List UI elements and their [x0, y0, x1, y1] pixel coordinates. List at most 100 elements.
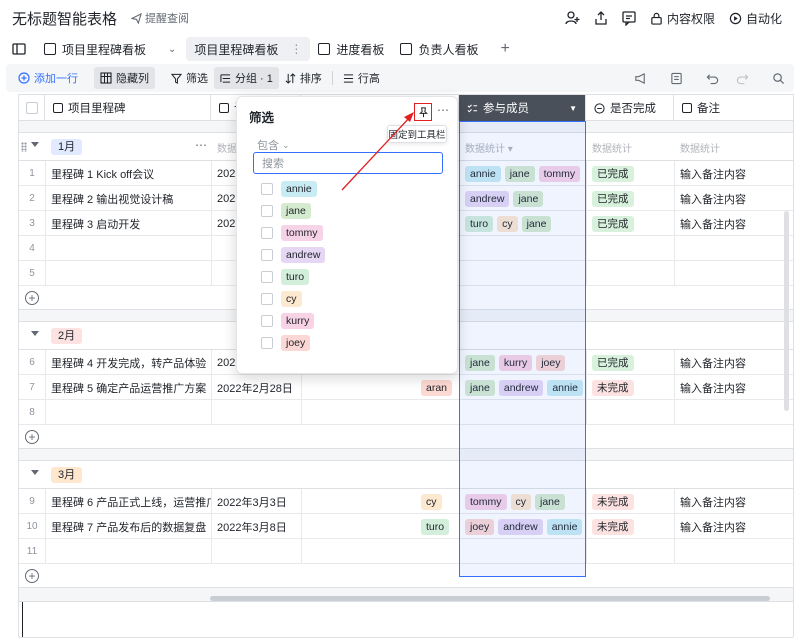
- milestone-cell[interactable]: 里程碑 4 开发完成，转产品体验: [45, 350, 211, 375]
- filter-option[interactable]: joey: [261, 334, 311, 352]
- add-row-button[interactable]: 添加一行: [12, 67, 84, 89]
- automation-button[interactable]: 自动化: [725, 10, 786, 27]
- comment-icon[interactable]: [618, 8, 640, 28]
- column-header-note[interactable]: 备注: [674, 95, 793, 121]
- add-circle-icon[interactable]: +: [25, 430, 39, 444]
- members-cell[interactable]: tommy cy jane: [459, 489, 586, 514]
- redo-icon[interactable]: [732, 68, 752, 88]
- add-circle-icon[interactable]: +: [25, 291, 39, 305]
- column-menu-icon[interactable]: ▼: [569, 104, 577, 113]
- done-cell[interactable]: [586, 236, 674, 261]
- tab-milestone-board-1[interactable]: 项目里程碑看板: [36, 37, 154, 61]
- done-cell[interactable]: 已完成: [586, 211, 674, 236]
- note-cell[interactable]: [674, 236, 793, 261]
- select-all-cell[interactable]: [19, 95, 45, 121]
- filter-option[interactable]: cy: [261, 290, 302, 308]
- members-cell[interactable]: joey andrew annie: [459, 514, 586, 539]
- table-row[interactable]: 11: [19, 539, 793, 564]
- done-cell[interactable]: 已完成: [586, 186, 674, 211]
- members-cell[interactable]: jane kurry joey: [459, 350, 586, 375]
- filter-option[interactable]: kurry: [261, 312, 315, 330]
- note-cell[interactable]: [674, 261, 793, 286]
- doc-title[interactable]: 无标题智能表格: [12, 8, 117, 29]
- row-height-button[interactable]: 行高: [337, 67, 386, 89]
- note-cell[interactable]: 输入备注内容: [674, 186, 793, 211]
- note-cell[interactable]: 输入备注内容: [674, 350, 793, 375]
- table-row[interactable]: 10 里程碑 7 产品发布后的数据复盘 2022年3月8日 turo joey andre…: [19, 514, 793, 539]
- milestone-cell[interactable]: [45, 236, 211, 261]
- permission-button[interactable]: 内容权限: [646, 10, 719, 27]
- more-icon[interactable]: ⋯: [437, 103, 449, 117]
- owner-cell[interactable]: aran: [421, 375, 459, 400]
- group-more-icon[interactable]: ⋯: [195, 138, 208, 152]
- stat-cell[interactable]: 数据统计 ▾: [459, 133, 586, 161]
- date-cell[interactable]: [211, 539, 301, 564]
- note-cell[interactable]: 输入备注内容: [674, 489, 793, 514]
- column-header-done[interactable]: 是否完成: [586, 95, 674, 121]
- milestone-cell[interactable]: 里程碑 2 输出视觉设计稿: [45, 186, 211, 211]
- filter-option[interactable]: jane: [261, 202, 311, 220]
- done-cell[interactable]: [586, 539, 674, 564]
- megaphone-icon[interactable]: [630, 68, 650, 88]
- share-icon[interactable]: [590, 8, 612, 28]
- sidebar-toggle-icon[interactable]: [8, 39, 30, 59]
- members-cell[interactable]: [459, 236, 586, 261]
- group-header[interactable]: 3月: [19, 461, 793, 489]
- date-cell[interactable]: 2022年2月28日: [211, 375, 301, 400]
- filter-option[interactable]: tommy: [261, 224, 323, 242]
- milestone-cell[interactable]: [45, 400, 211, 425]
- add-row-in-group[interactable]: +: [19, 425, 793, 449]
- collapse-arrow-icon[interactable]: [31, 470, 39, 475]
- filter-option-checkbox[interactable]: [261, 293, 273, 305]
- sort-button[interactable]: 排序: [279, 67, 328, 89]
- members-cell[interactable]: [459, 261, 586, 286]
- members-cell[interactable]: [459, 539, 586, 564]
- select-all-checkbox[interactable]: [26, 102, 38, 114]
- done-cell[interactable]: 未完成: [586, 489, 674, 514]
- chevron-down-icon[interactable]: ⌄: [168, 44, 176, 55]
- add-user-icon[interactable]: [562, 8, 584, 28]
- done-cell[interactable]: 未完成: [586, 375, 674, 400]
- remind-button[interactable]: 提醒查阅: [131, 10, 189, 26]
- note-cell[interactable]: 输入备注内容: [674, 211, 793, 236]
- filter-option-checkbox[interactable]: [261, 227, 273, 239]
- milestone-cell[interactable]: 里程碑 6 产品正式上线，运营推广: [45, 489, 211, 514]
- filter-search-input[interactable]: 搜索: [253, 152, 443, 174]
- drag-handle-icon[interactable]: [21, 142, 27, 152]
- stat-cell[interactable]: 数据统计: [674, 133, 720, 161]
- note-cell[interactable]: 输入备注内容: [674, 514, 793, 539]
- group-button[interactable]: 分组 · 1: [214, 67, 279, 89]
- pin-icon[interactable]: [414, 103, 432, 121]
- members-cell[interactable]: [459, 400, 586, 425]
- members-cell[interactable]: annie jane tommy: [459, 161, 586, 186]
- done-cell[interactable]: 已完成: [586, 350, 674, 375]
- undo-icon[interactable]: [702, 68, 722, 88]
- milestone-cell[interactable]: 里程碑 5 确定产品运营推广方案: [45, 375, 211, 400]
- table-row[interactable]: 7 里程碑 5 确定产品运营推广方案 2022年2月28日 aran jane andre…: [19, 375, 793, 400]
- milestone-cell[interactable]: 里程碑 1 Kick off会议: [45, 161, 211, 186]
- add-view-icon[interactable]: +: [500, 40, 509, 58]
- tab-milestone-grid[interactable]: 项目里程碑看板 ⋮: [18, 37, 794, 638]
- stat-cell[interactable]: 数据统计: [586, 133, 632, 161]
- filter-option-checkbox[interactable]: [261, 271, 273, 283]
- done-cell[interactable]: [586, 400, 674, 425]
- filter-option-checkbox[interactable]: [261, 249, 273, 261]
- members-cell[interactable]: turo cy jane: [459, 211, 586, 236]
- filter-option-checkbox[interactable]: [261, 337, 273, 349]
- note-cell[interactable]: 输入备注内容: [674, 161, 793, 186]
- tab-owner-board[interactable]: 负责人看板: [392, 37, 486, 61]
- collapse-arrow-icon[interactable]: [31, 142, 39, 147]
- milestone-cell[interactable]: [45, 261, 211, 286]
- tab-more-icon[interactable]: ⋮: [290, 42, 302, 56]
- date-cell[interactable]: 2022年3月3日: [211, 489, 301, 514]
- done-cell[interactable]: 已完成: [586, 161, 674, 186]
- filter-option[interactable]: turo: [261, 268, 310, 286]
- milestone-cell[interactable]: 里程碑 3 启动开发: [45, 211, 211, 236]
- add-row-in-group[interactable]: +: [19, 564, 793, 588]
- done-cell[interactable]: 未完成: [586, 514, 674, 539]
- horizontal-scrollbar[interactable]: [210, 596, 770, 601]
- filter-option-checkbox[interactable]: [261, 183, 273, 195]
- milestone-cell[interactable]: [45, 539, 211, 564]
- filter-option-checkbox[interactable]: [261, 205, 273, 217]
- owner-cell[interactable]: [421, 539, 459, 564]
